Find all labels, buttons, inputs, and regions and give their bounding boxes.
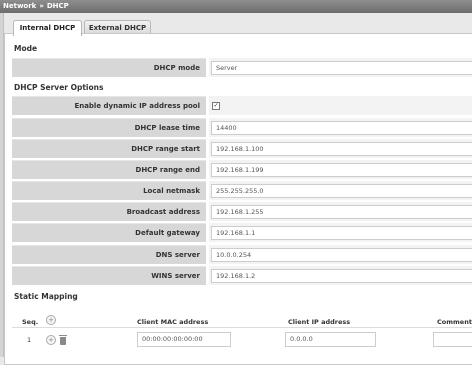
range-start-label: DHCP range start: [12, 139, 206, 158]
breadcrumb: Network» DHCP: [0, 2, 69, 10]
dhcp-mode-label: DHCP mode: [12, 58, 206, 77]
client-ip-input[interactable]: 0.0.0.0: [285, 332, 376, 347]
tab-internal-dhcp[interactable]: Internal DHCP: [13, 20, 82, 36]
row-seq-number: 1: [27, 336, 32, 344]
dynamic-pool-checkbox[interactable]: ✓: [212, 102, 220, 110]
netmask-input[interactable]: 255.255.255.0: [211, 184, 472, 198]
client-mac-input[interactable]: 00:00:00:00:00:00: [137, 332, 231, 347]
gateway-input[interactable]: 192.168.1.1: [211, 226, 472, 240]
dns-input[interactable]: 10.0.0.254: [211, 248, 472, 262]
lease-time-input[interactable]: 14400: [211, 121, 472, 135]
row-lease-time: DHCP lease time 14400: [12, 118, 472, 137]
breadcrumb-parent[interactable]: Network: [3, 2, 36, 10]
row-dhcp-mode: DHCP mode Server: [12, 58, 472, 77]
gateway-label: Default gateway: [12, 223, 206, 242]
table-divider: [12, 327, 472, 328]
range-end-label: DHCP range end: [12, 160, 206, 179]
insert-row-icon[interactable]: +: [46, 335, 56, 345]
breadcrumb-separator: »: [39, 2, 44, 10]
title-bar: Network» DHCP: [0, 0, 472, 13]
lease-time-label: DHCP lease time: [12, 118, 206, 137]
wins-input[interactable]: 192.168.1.2: [211, 269, 472, 283]
section-title-mode: Mode: [14, 44, 38, 53]
comment-input[interactable]: [433, 332, 472, 347]
row-dns-server: DNS server 10.0.0.254: [12, 245, 472, 264]
delete-row-icon[interactable]: [59, 335, 67, 345]
broadcast-input[interactable]: 192.168.1.255: [211, 205, 472, 219]
row-range-start: DHCP range start 192.168.1.100: [12, 139, 472, 158]
dhcp-mode-select[interactable]: Server: [211, 61, 472, 75]
netmask-label: Local netmask: [12, 181, 206, 200]
column-header-comment: Comment: [437, 318, 472, 326]
row-wins-server: WINS server 192.168.1.2: [12, 266, 472, 285]
wins-label: WINS server: [12, 266, 206, 285]
row-range-end: DHCP range end 192.168.1.199: [12, 160, 472, 179]
range-end-input[interactable]: 192.168.1.199: [211, 163, 472, 177]
column-header-seq: Seq.: [22, 318, 39, 326]
add-row-icon[interactable]: +: [46, 315, 56, 325]
row-default-gateway: Default gateway 192.168.1.1: [12, 223, 472, 242]
broadcast-label: Broadcast address: [12, 202, 206, 221]
column-header-ip: Client IP address: [288, 318, 351, 326]
section-title-dhcp-server-options: DHCP Server Options: [14, 83, 104, 92]
range-start-input[interactable]: 192.168.1.100: [211, 142, 472, 156]
section-title-static-mapping: Static Mapping: [14, 292, 78, 301]
dns-label: DNS server: [12, 245, 206, 264]
breadcrumb-current: DHCP: [46, 2, 69, 10]
column-header-mac: Client MAC address: [137, 318, 209, 326]
dynamic-pool-label: Enable dynamic IP address pool: [12, 96, 206, 115]
row-broadcast: Broadcast address 192.168.1.255: [12, 202, 472, 221]
row-local-netmask: Local netmask 255.255.255.0: [12, 181, 472, 200]
row-dynamic-pool: Enable dynamic IP address pool ✓: [12, 96, 472, 115]
